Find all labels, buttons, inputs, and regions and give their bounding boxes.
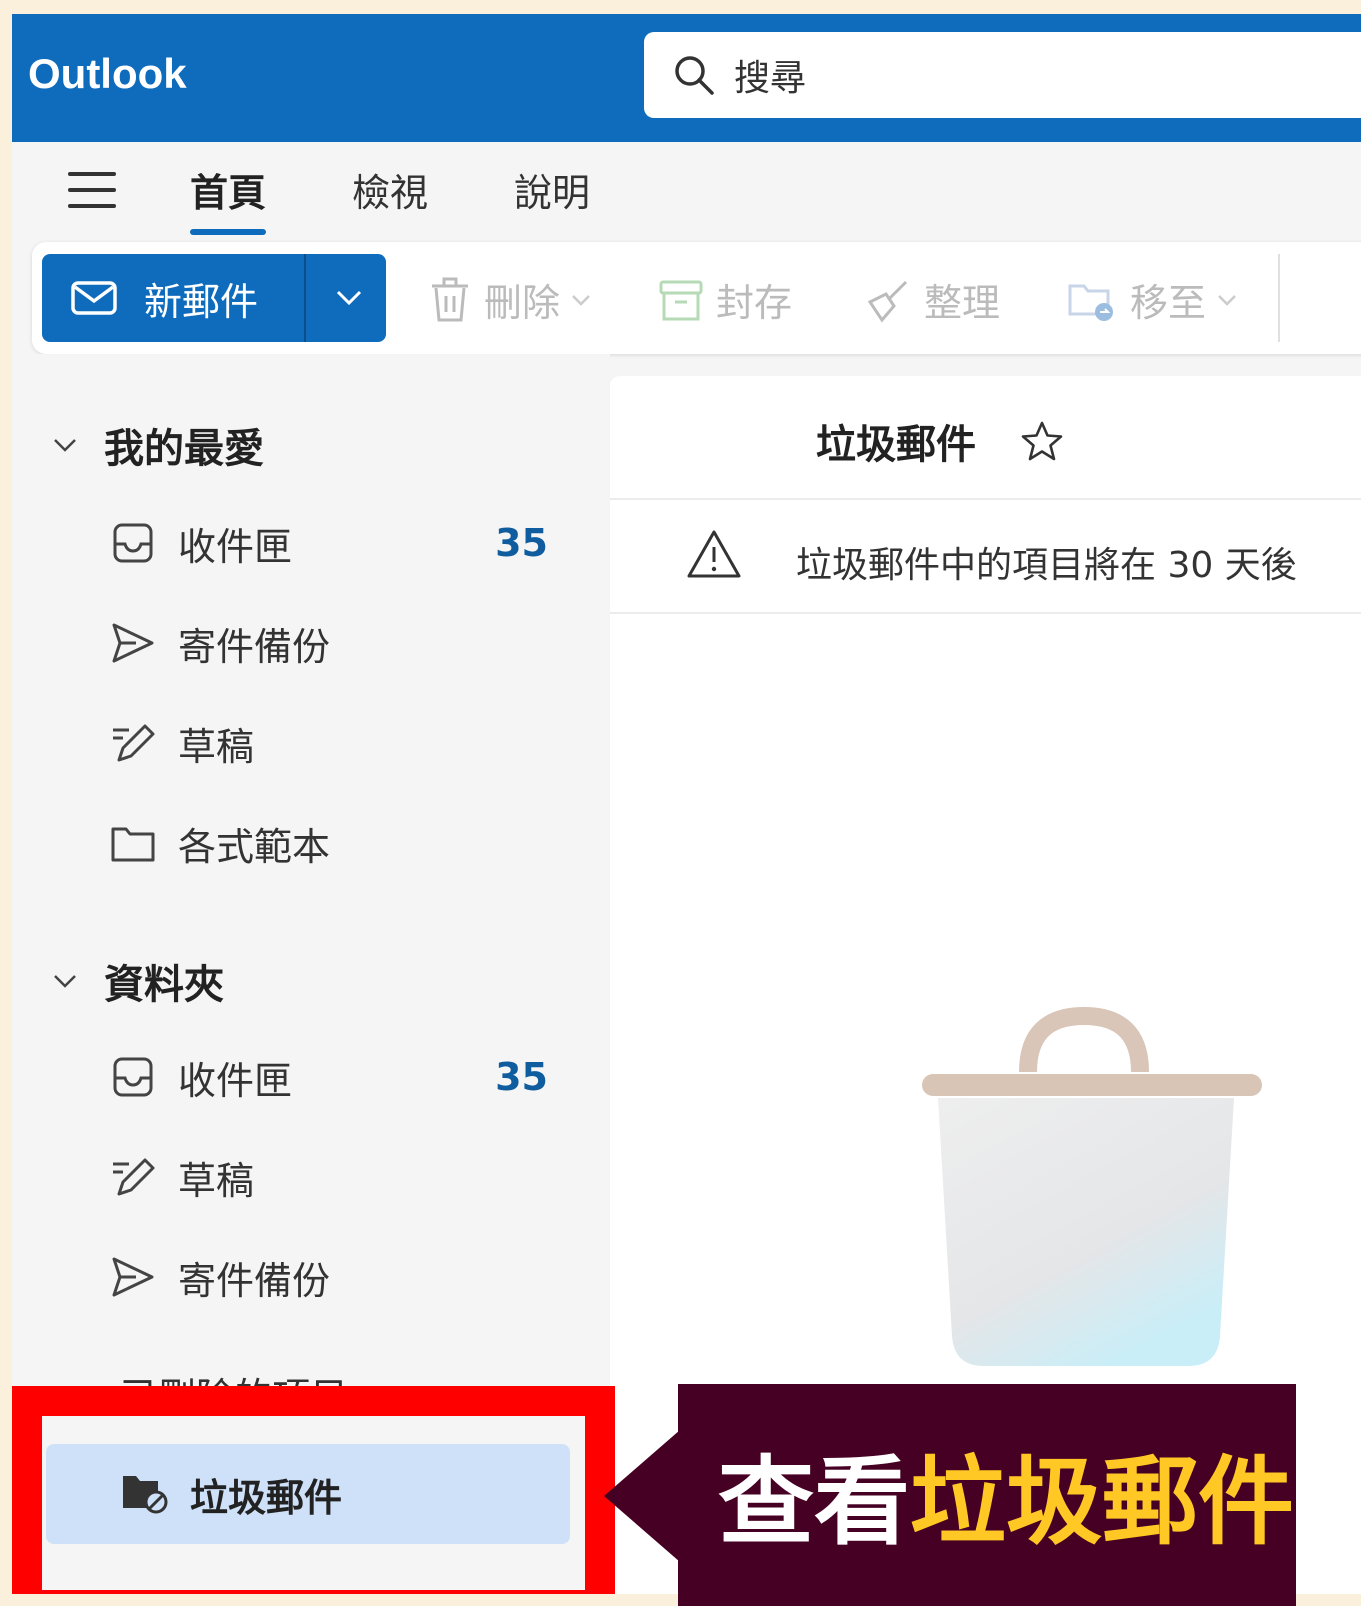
sweep-button[interactable]: 整理 (860, 272, 1000, 327)
tab-home[interactable]: 首頁 (190, 162, 267, 235)
inbox-icon (113, 523, 153, 563)
chevron-down-icon[interactable] (334, 288, 364, 308)
folders-header[interactable]: 資料夾 (52, 952, 224, 1010)
folder-move-icon (1068, 284, 1113, 321)
annotation-callout: 查看垃圾郵件 (678, 1384, 1296, 1606)
send-icon (112, 623, 154, 663)
unread-count: 35 (495, 1055, 548, 1099)
draft-pencil-icon (113, 1158, 155, 1196)
search-placeholder: 搜尋 (734, 58, 807, 99)
sidebar-item-inbox[interactable]: 收件匣 35 (108, 508, 548, 578)
empty-trash-illustration-icon (922, 1006, 1262, 1366)
archive-icon (659, 280, 703, 320)
sidebar-item-templates[interactable]: 各式範本 (108, 808, 548, 878)
search-icon (675, 56, 714, 95)
sidebar-item-sent[interactable]: 寄件備份 (108, 608, 548, 678)
star-icon[interactable] (1020, 420, 1064, 462)
delete-label: 刪除 (484, 281, 561, 325)
sweep-label: 整理 (924, 281, 1001, 325)
sidebar-item-deleted[interactable]: 已刪除的項目 5 (120, 1366, 348, 1386)
search-box[interactable]: 搜尋 (644, 32, 1361, 118)
sidebar-item-drafts[interactable]: 草稿 (108, 708, 548, 778)
sidebar-item-sent[interactable]: 寄件備份 (108, 1242, 548, 1312)
tab-bar: 首頁 檢視 說明 (12, 142, 1361, 242)
archive-button[interactable]: 封存 (658, 272, 792, 327)
chevron-down-icon (54, 975, 76, 988)
archive-label: 封存 (716, 281, 793, 325)
app-title: Outlook (28, 50, 187, 97)
callout-text: 查看垃圾郵件 (718, 1446, 1294, 1558)
unread-count: 35 (495, 521, 548, 565)
chevron-down-icon (572, 294, 590, 306)
ribbon-toolbar: 新郵件 刪除 封存 整理 移至 (32, 242, 1361, 354)
draft-pencil-icon (113, 724, 155, 762)
sidebar-item-drafts[interactable]: 草稿 (108, 1142, 548, 1212)
broom-icon (867, 280, 908, 322)
sidebar-item-inbox[interactable]: 收件匣 35 (108, 1042, 548, 1112)
send-icon (112, 1257, 154, 1297)
move-to-button[interactable]: 移至 (1066, 272, 1238, 327)
favorites-header[interactable]: 我的最愛 (52, 416, 264, 474)
inbox-icon (113, 1057, 153, 1097)
new-mail-button[interactable]: 新郵件 (42, 254, 386, 342)
outlook-window: Outlook 搜尋 首頁 檢視 說明 新郵件 刪除 封存 整理 移至 我的最愛… (12, 14, 1361, 1594)
hamburger-menu-icon[interactable] (68, 172, 116, 212)
tab-view[interactable]: 檢視 (352, 162, 428, 217)
move-to-label: 移至 (1130, 281, 1207, 325)
folder-icon (111, 827, 155, 862)
folder-title: 垃圾郵件 (816, 422, 976, 468)
trash-icon (432, 277, 468, 321)
new-mail-label: 新郵件 (144, 279, 259, 324)
chevron-down-icon (1218, 294, 1236, 306)
notice-text: 垃圾郵件中的項目將在 30 天後 (796, 545, 1297, 586)
warning-icon (687, 530, 741, 578)
delete-button[interactable]: 刪除 (428, 272, 592, 327)
mail-icon (71, 281, 117, 315)
chevron-down-icon (54, 439, 76, 452)
tab-help[interactable]: 說明 (514, 162, 590, 217)
top-bar: Outlook 搜尋 (12, 14, 1361, 142)
junk-folder-icon (123, 1476, 168, 1514)
callout-arrow (604, 1430, 680, 1562)
retention-notice: 垃圾郵件中的項目將在 30 天後 (610, 500, 1361, 614)
sidebar-item-junk[interactable]: 垃圾郵件 (46, 1444, 570, 1544)
